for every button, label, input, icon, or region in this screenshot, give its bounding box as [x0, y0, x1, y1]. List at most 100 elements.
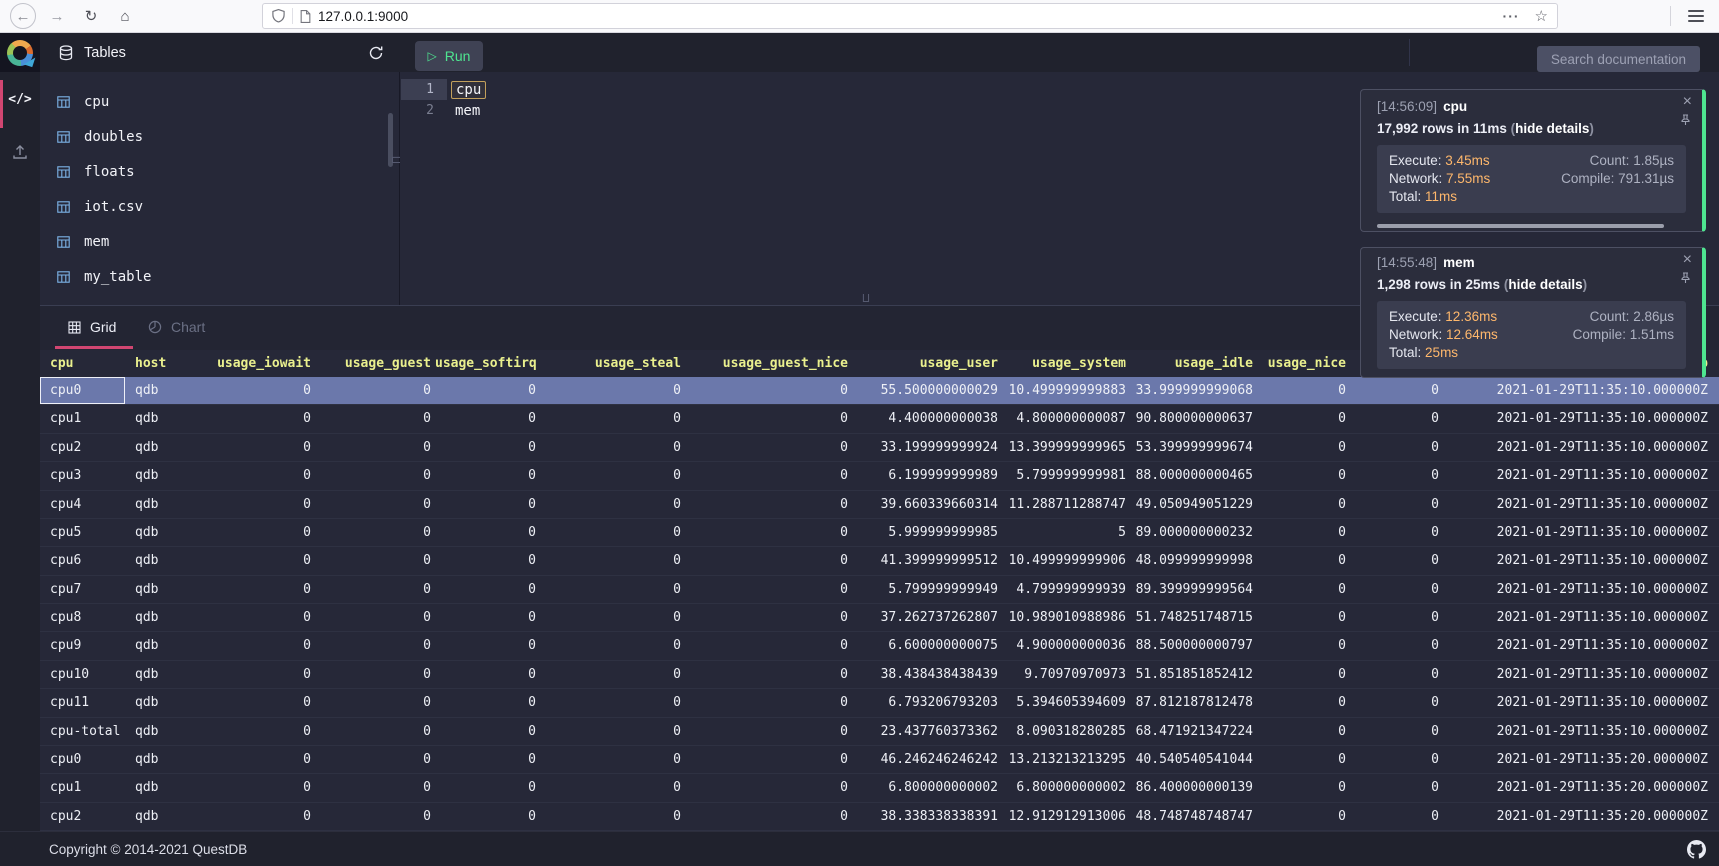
table-cell[interactable]: 0 — [435, 491, 540, 518]
table-cell[interactable]: 13.399999999965 — [1002, 434, 1130, 461]
table-cell[interactable]: 0 — [315, 604, 435, 631]
table-cell[interactable]: 0 — [435, 661, 540, 688]
table-cell[interactable]: 0 — [203, 746, 315, 773]
table-cell[interactable]: 0 — [685, 803, 852, 830]
table-cell[interactable]: 0 — [435, 576, 540, 603]
table-cell[interactable]: cpu7 — [40, 576, 125, 603]
table-cell[interactable]: 0 — [540, 405, 685, 432]
table-cell[interactable]: cpu10 — [40, 661, 125, 688]
table-row[interactable]: cpu7qdb000005.7999999999494.799999999939… — [40, 576, 1719, 604]
grid-header-cell[interactable]: usage_steal — [540, 350, 685, 377]
table-cell[interactable]: 0 — [315, 746, 435, 773]
table-row[interactable]: cpu6qdb0000041.39999999951210.4999999999… — [40, 547, 1719, 575]
table-cell[interactable]: 0 — [315, 632, 435, 659]
hide-details-link[interactable]: hide details — [1508, 277, 1582, 292]
table-cell[interactable]: 0 — [203, 519, 315, 546]
table-cell[interactable]: 0 — [315, 576, 435, 603]
table-row[interactable]: cpu10qdb0000038.4384384384399.7097097097… — [40, 661, 1719, 689]
table-cell[interactable]: 0 — [1257, 434, 1350, 461]
table-cell[interactable]: 41.399999999512 — [852, 547, 1002, 574]
table-cell[interactable]: 0 — [540, 462, 685, 489]
table-cell[interactable]: cpu6 — [40, 547, 125, 574]
table-cell[interactable]: 5.394605394609 — [1002, 689, 1130, 716]
table-cell[interactable]: 0 — [1350, 491, 1443, 518]
sidebar-table-item[interactable]: my_table — [40, 259, 399, 294]
table-cell[interactable]: 0 — [1257, 718, 1350, 745]
table-cell[interactable]: 0 — [315, 803, 435, 830]
table-cell[interactable]: 0 — [1257, 491, 1350, 518]
table-cell[interactable]: qdb — [125, 803, 203, 830]
table-cell[interactable]: 46.246246246242 — [852, 746, 1002, 773]
questdb-logo[interactable] — [0, 33, 40, 72]
table-cell[interactable]: qdb — [125, 491, 203, 518]
table-cell[interactable]: 4.800000000087 — [1002, 405, 1130, 432]
table-cell[interactable]: 2021-01-29T11:35:10.000000Z — [1443, 604, 1712, 631]
table-cell[interactable]: 53.399999999674 — [1130, 434, 1257, 461]
table-cell[interactable]: cpu11 — [40, 689, 125, 716]
table-cell[interactable]: 68.471921347224 — [1130, 718, 1257, 745]
table-cell[interactable]: 5.799999999949 — [852, 576, 1002, 603]
table-cell[interactable]: 2021-01-29T11:35:20.000000Z — [1443, 803, 1712, 830]
table-cell[interactable]: cpu1 — [40, 774, 125, 801]
url-text[interactable]: 127.0.0.1:9000 — [318, 9, 408, 24]
table-cell[interactable]: 0 — [540, 434, 685, 461]
table-cell[interactable]: 55.500000000029 — [852, 377, 1002, 404]
table-cell[interactable]: 0 — [540, 377, 685, 404]
table-row[interactable]: cpu0qdb0000046.24624624624213.2132132132… — [40, 746, 1719, 774]
table-cell[interactable]: 2021-01-29T11:35:10.000000Z — [1443, 491, 1712, 518]
table-cell[interactable]: 0 — [685, 774, 852, 801]
table-cell[interactable]: 0 — [435, 689, 540, 716]
table-cell[interactable]: 0 — [203, 604, 315, 631]
table-cell[interactable]: 6.793206793203 — [852, 689, 1002, 716]
table-cell[interactable]: qdb — [125, 519, 203, 546]
refresh-tables-button[interactable] — [368, 45, 384, 61]
table-cell[interactable]: 2021-01-29T11:35:10.000000Z — [1443, 405, 1712, 432]
table-cell[interactable]: 0 — [203, 434, 315, 461]
forward-button[interactable]: → — [44, 3, 70, 29]
table-cell[interactable]: 39.660339660314 — [852, 491, 1002, 518]
bookmark-star-icon[interactable]: ☆ — [1535, 7, 1548, 25]
table-cell[interactable]: 0 — [685, 519, 852, 546]
table-cell[interactable]: 5.799999999981 — [1002, 462, 1130, 489]
table-cell[interactable]: 0 — [685, 377, 852, 404]
table-cell[interactable]: 0 — [1350, 689, 1443, 716]
grid-header-cell[interactable]: usage_nice — [1257, 350, 1350, 377]
table-cell[interactable]: 2021-01-29T11:35:20.000000Z — [1443, 774, 1712, 801]
table-cell[interactable]: 0 — [540, 632, 685, 659]
table-cell[interactable]: 0 — [540, 774, 685, 801]
table-cell[interactable]: 0 — [685, 604, 852, 631]
grid-header-cell[interactable]: usage_idle — [1130, 350, 1257, 377]
table-cell[interactable]: qdb — [125, 377, 203, 404]
close-icon[interactable]: × — [1683, 252, 1692, 268]
table-cell[interactable]: 0 — [1257, 405, 1350, 432]
table-cell[interactable]: 0 — [1257, 604, 1350, 631]
table-cell[interactable]: 0 — [435, 405, 540, 432]
table-cell[interactable]: 0 — [1257, 689, 1350, 716]
table-cell[interactable]: 2021-01-29T11:35:10.000000Z — [1443, 576, 1712, 603]
run-button[interactable]: ▷ Run — [415, 41, 483, 71]
query-text[interactable]: mem — [455, 103, 480, 119]
table-cell[interactable]: 4.400000000038 — [852, 405, 1002, 432]
table-cell[interactable]: 88.000000000465 — [1130, 462, 1257, 489]
table-cell[interactable]: 0 — [203, 462, 315, 489]
search-documentation-button[interactable]: Search documentation — [1537, 46, 1700, 72]
table-cell[interactable]: 33.199999999924 — [852, 434, 1002, 461]
table-cell[interactable]: 0 — [1257, 377, 1350, 404]
table-cell[interactable]: 0 — [1350, 576, 1443, 603]
table-cell[interactable]: 6.800000000002 — [852, 774, 1002, 801]
grid-header-cell[interactable]: usage_user — [852, 350, 1002, 377]
table-cell[interactable]: 0 — [435, 632, 540, 659]
table-cell[interactable]: 23.437760373362 — [852, 718, 1002, 745]
table-cell[interactable]: 11.288711288747 — [1002, 491, 1130, 518]
table-cell[interactable]: 0 — [435, 604, 540, 631]
tab-chart[interactable]: Chart — [148, 306, 205, 348]
table-cell[interactable]: 2021-01-29T11:35:10.000000Z — [1443, 632, 1712, 659]
table-cell[interactable]: 4.799999999939 — [1002, 576, 1130, 603]
reload-button[interactable]: ↻ — [78, 3, 104, 29]
table-cell[interactable]: 48.748748748747 — [1130, 803, 1257, 830]
table-cell[interactable]: 0 — [1350, 377, 1443, 404]
table-cell[interactable]: 49.050949051229 — [1130, 491, 1257, 518]
table-cell[interactable]: 0 — [315, 547, 435, 574]
table-cell[interactable]: 0 — [685, 689, 852, 716]
console-view-icon[interactable]: </> — [0, 92, 40, 107]
